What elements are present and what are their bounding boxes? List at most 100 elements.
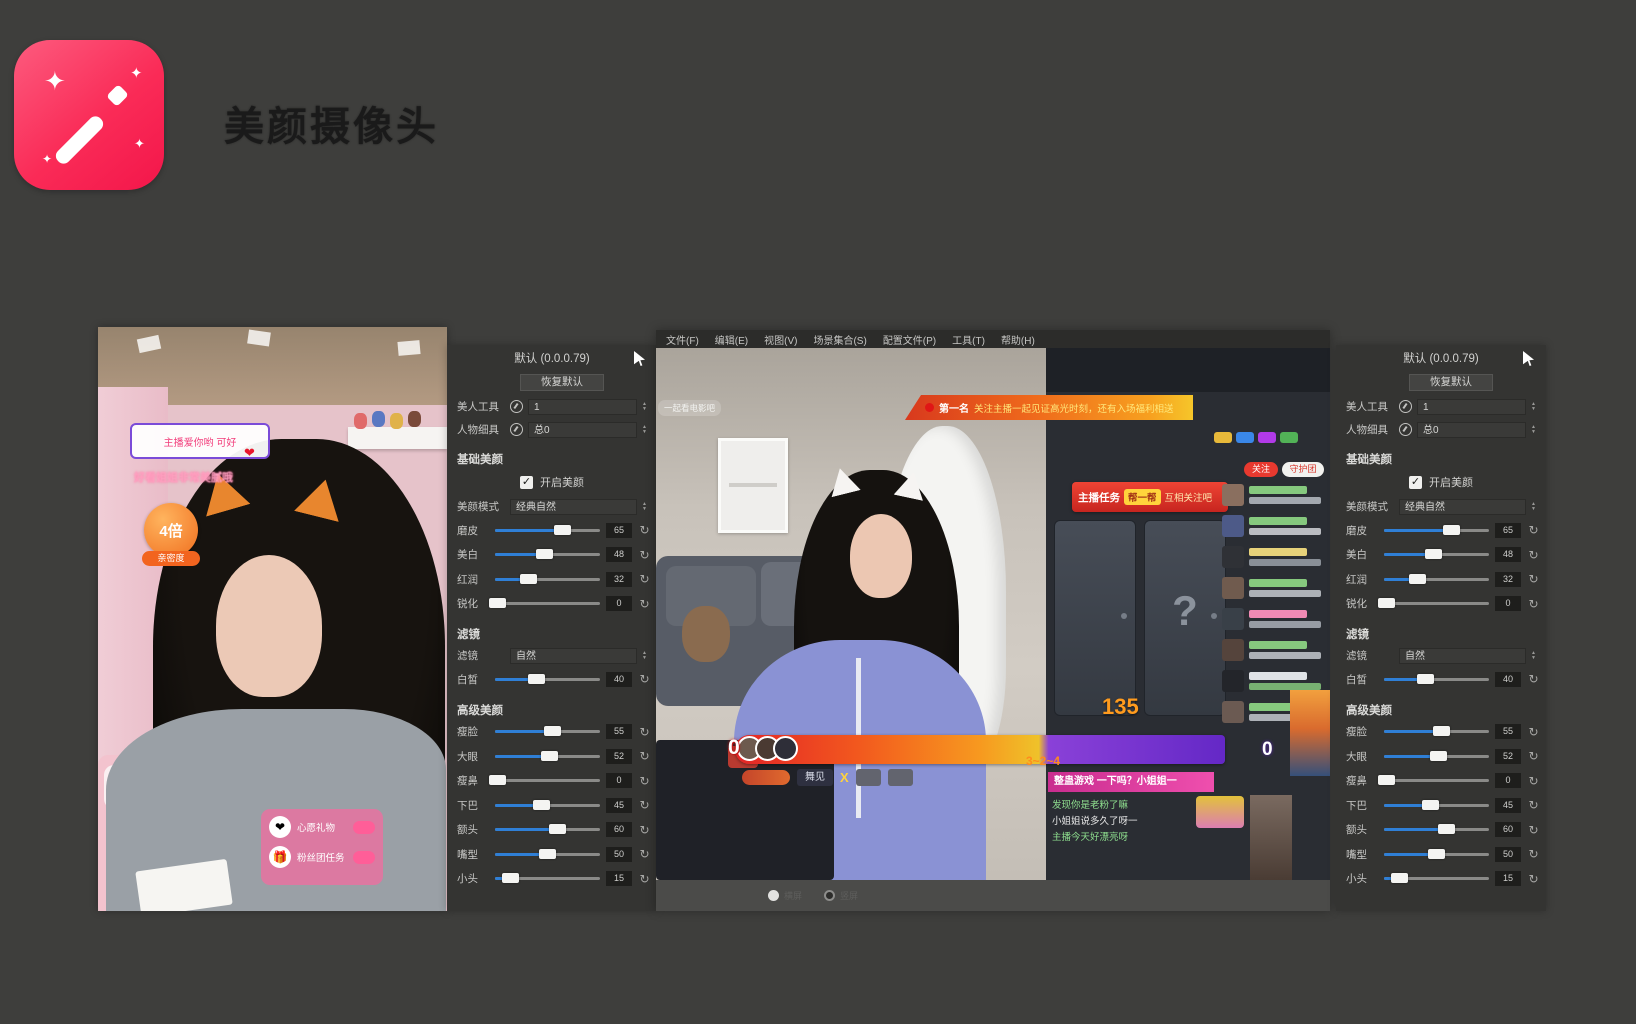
slider-reset-button[interactable]: ↻ (638, 774, 651, 788)
beauty-toggle-checkbox[interactable]: ✓ (520, 476, 533, 489)
slider-track[interactable] (1384, 853, 1489, 856)
slider-track[interactable] (1384, 553, 1489, 556)
gift-row[interactable]: 🎁粉丝团任务 (269, 846, 375, 868)
slider-reset-button[interactable]: ↻ (1527, 548, 1540, 562)
slider-thumb[interactable] (528, 674, 545, 684)
slider-track[interactable] (1384, 730, 1489, 733)
menu-item[interactable]: 编辑(E) (715, 332, 748, 347)
slider-track[interactable] (1384, 804, 1489, 807)
mystery-door-left[interactable] (1054, 520, 1136, 716)
stepper-down-icon[interactable]: ▼ (1531, 430, 1540, 435)
gift-row[interactable]: ❤心愿礼物 (269, 816, 375, 838)
stepper-down-icon[interactable]: ▼ (642, 430, 651, 435)
stepper[interactable]: ▲▼ (642, 402, 651, 412)
stepper-down-icon[interactable]: ▼ (642, 507, 651, 512)
slider-reset-button[interactable]: ↻ (638, 523, 651, 537)
menu-item[interactable]: 帮助(H) (1001, 332, 1035, 347)
slider-track[interactable] (495, 828, 600, 831)
slider-reset-button[interactable]: ↻ (638, 872, 651, 886)
streamer-task-banner[interactable]: 主播任务 帮一帮 互相关注吧 (1072, 482, 1228, 512)
slider-track[interactable] (495, 730, 600, 733)
menu-item[interactable]: 工具(T) (952, 332, 985, 347)
mystery-door-right[interactable]: ? (1144, 520, 1226, 716)
stepper[interactable]: ▲▼ (642, 425, 651, 435)
stepper-down-icon[interactable]: ▼ (1531, 507, 1540, 512)
slider-track[interactable] (495, 602, 600, 605)
slider-thumb[interactable] (544, 726, 561, 736)
field-input[interactable]: 总0 (1417, 422, 1526, 438)
slider-reset-button[interactable]: ↻ (638, 597, 651, 611)
dropdown-value[interactable]: 经典自然 (1399, 499, 1526, 515)
gift-send-button[interactable] (353, 821, 375, 834)
slider-thumb[interactable] (489, 598, 506, 608)
slider-thumb[interactable] (1430, 751, 1447, 761)
app-icon[interactable]: ✦ ✦ ✦ ✦ (14, 40, 164, 190)
stepper[interactable]: ▲▼ (1531, 502, 1540, 512)
slider-reset-button[interactable]: ↻ (638, 798, 651, 812)
slider-track[interactable] (1384, 755, 1489, 758)
slider-track[interactable] (495, 755, 600, 758)
slider-reset-button[interactable]: ↻ (1527, 872, 1540, 886)
field-input[interactable]: 1 (528, 399, 637, 415)
stepper[interactable]: ▲▼ (1531, 425, 1540, 435)
slider-thumb[interactable] (502, 873, 519, 883)
slider-track[interactable] (495, 553, 600, 556)
task-action-chip[interactable]: 帮一帮 (1124, 489, 1161, 505)
dropdown-value[interactable]: 自然 (510, 648, 637, 664)
slider-thumb[interactable] (1417, 674, 1434, 684)
slider-track[interactable] (1384, 602, 1489, 605)
stepper[interactable]: ▲▼ (642, 502, 651, 512)
dropdown-value[interactable]: 自然 (1399, 648, 1526, 664)
slider-reset-button[interactable]: ↻ (1527, 572, 1540, 586)
slider-thumb[interactable] (1422, 800, 1439, 810)
pk-tag-button[interactable]: 舞见 (797, 769, 833, 786)
stepper-down-icon[interactable]: ▼ (1531, 656, 1540, 661)
slider-thumb[interactable] (541, 751, 558, 761)
stepper[interactable]: ▲▼ (1531, 402, 1540, 412)
slider-thumb[interactable] (1391, 873, 1408, 883)
slider-reset-button[interactable]: ↻ (638, 572, 651, 586)
footer-control[interactable]: 竖屏 (824, 889, 858, 902)
slider-reset-button[interactable]: ↻ (1527, 823, 1540, 837)
slider-track[interactable] (495, 804, 600, 807)
stepper-down-icon[interactable]: ▼ (1531, 407, 1540, 412)
slider-thumb[interactable] (1438, 824, 1455, 834)
stepper[interactable]: ▲▼ (1531, 651, 1540, 661)
slider-thumb[interactable] (533, 800, 550, 810)
reset-defaults-button[interactable]: 恢复默认 (1409, 374, 1493, 391)
slider-track[interactable] (495, 578, 600, 581)
slider-thumb[interactable] (1433, 726, 1450, 736)
slider-reset-button[interactable]: ↻ (638, 823, 651, 837)
slider-reset-button[interactable]: ↻ (1527, 749, 1540, 763)
slider-track[interactable] (495, 877, 600, 880)
slider-track[interactable] (495, 678, 600, 681)
slider-thumb[interactable] (489, 775, 506, 785)
slider-track[interactable] (495, 779, 600, 782)
field-input[interactable]: 1 (1417, 399, 1526, 415)
stepper[interactable]: ▲▼ (642, 651, 651, 661)
stepper-down-icon[interactable]: ▼ (642, 407, 651, 412)
slider-reset-button[interactable]: ↻ (638, 672, 651, 686)
slider-reset-button[interactable]: ↻ (638, 725, 651, 739)
pk-pill-button[interactable] (742, 770, 790, 785)
slider-reset-button[interactable]: ↻ (638, 548, 651, 562)
slider-track[interactable] (1384, 877, 1489, 880)
slider-reset-button[interactable]: ↻ (1527, 523, 1540, 537)
slider-track[interactable] (1384, 529, 1489, 532)
pk-gray-button[interactable] (856, 769, 881, 786)
slider-track[interactable] (1384, 828, 1489, 831)
follow-button[interactable]: 关注 (1244, 462, 1278, 477)
slider-thumb[interactable] (1378, 598, 1395, 608)
slider-reset-button[interactable]: ↻ (1527, 774, 1540, 788)
slider-track[interactable] (1384, 678, 1489, 681)
reset-defaults-button[interactable]: 恢复默认 (520, 374, 604, 391)
beauty-toggle-checkbox[interactable]: ✓ (1409, 476, 1422, 489)
slider-track[interactable] (495, 529, 600, 532)
slider-thumb[interactable] (554, 525, 571, 535)
slider-thumb[interactable] (549, 824, 566, 834)
slider-track[interactable] (1384, 578, 1489, 581)
field-input[interactable]: 总0 (528, 422, 637, 438)
slider-thumb[interactable] (1443, 525, 1460, 535)
slider-reset-button[interactable]: ↻ (1527, 725, 1540, 739)
slider-reset-button[interactable]: ↻ (1527, 672, 1540, 686)
